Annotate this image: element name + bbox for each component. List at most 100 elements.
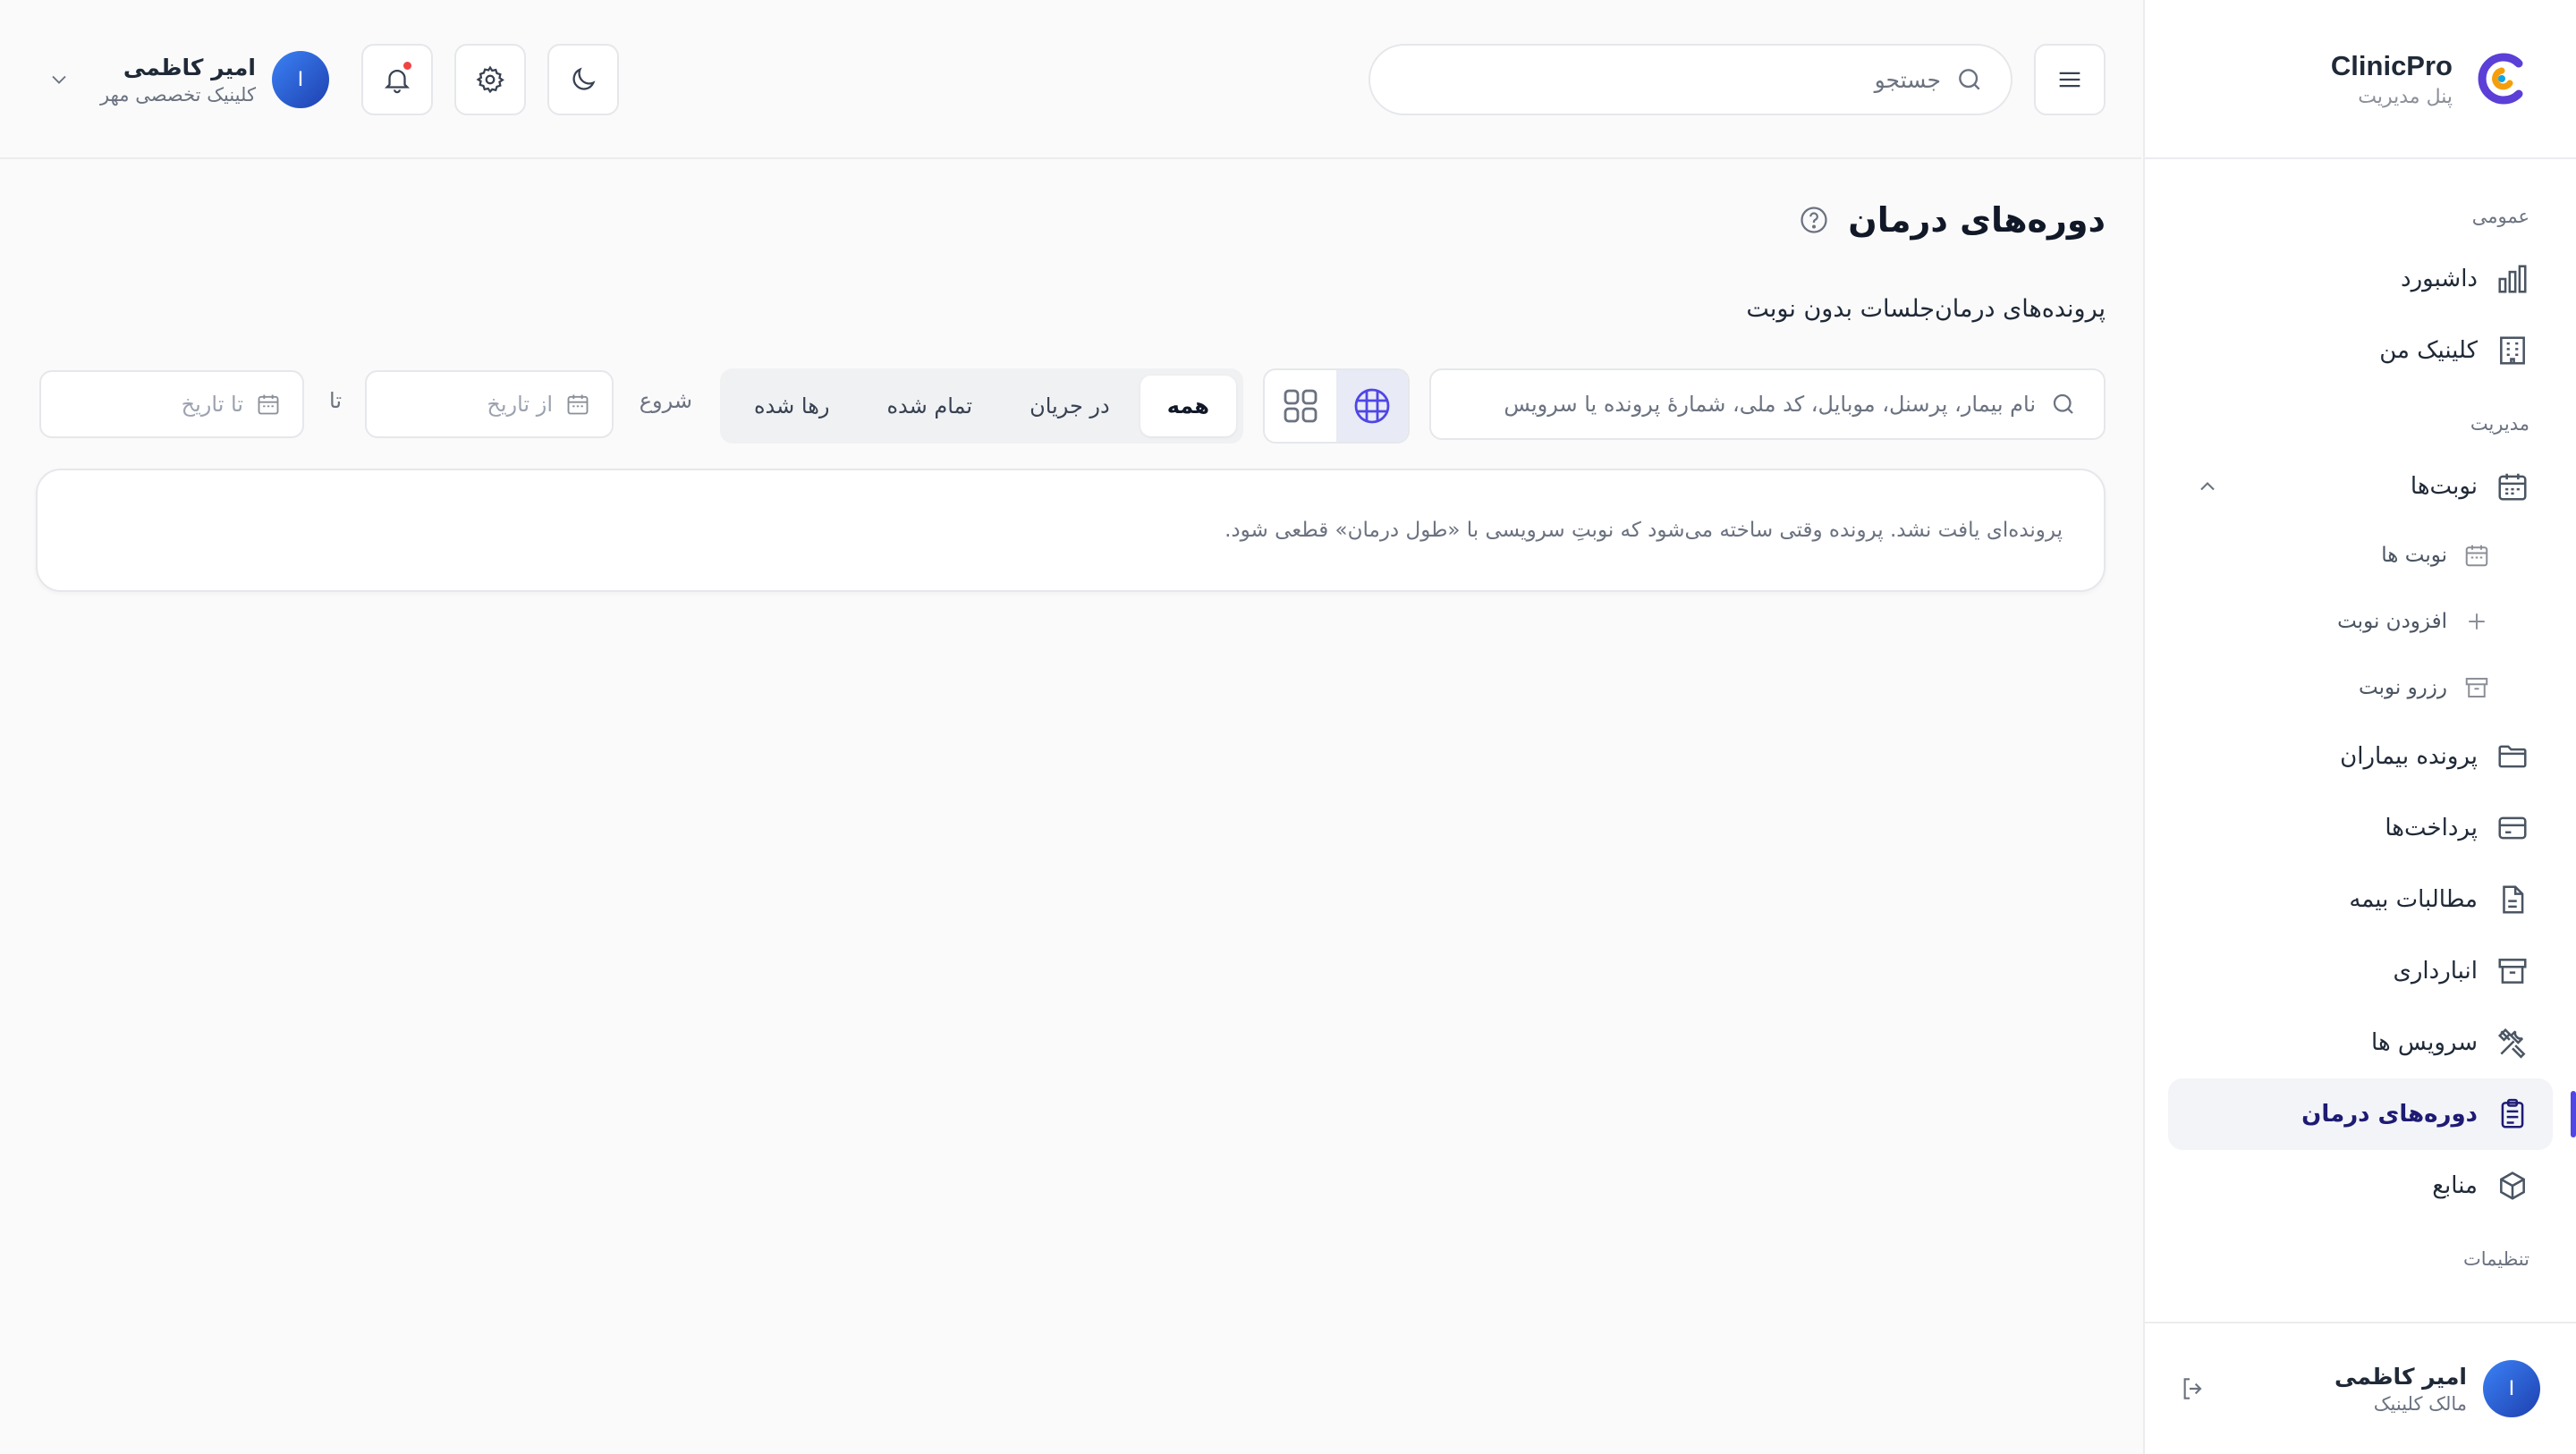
sidebar-item-services[interactable]: سرویس ها <box>2168 1007 2553 1078</box>
records-search-input[interactable] <box>1463 392 2036 417</box>
page-title: دوره‌های درمان <box>1848 200 2106 240</box>
cube-icon <box>2500 1171 2525 1200</box>
bar-chart-icon <box>2498 265 2527 293</box>
four-squares-icon <box>1284 389 1318 423</box>
sidebar-item-insurance-claims[interactable]: مطالبات بیمه <box>2168 864 2553 935</box>
sidebar-item-label: کلینیک من <box>2379 337 2478 364</box>
chevron-up-icon[interactable] <box>2195 474 2220 499</box>
page-subtitle: پرونده‌های درمان‌جلسات بدون نوبت <box>1746 295 2106 323</box>
sidebar-subitem-label: رزرو نوبت <box>2358 676 2447 699</box>
tab-in-progress[interactable]: در جریان <box>1003 376 1137 436</box>
building-icon <box>2500 336 2525 365</box>
sidebar-item-label: انبارداری <box>2393 958 2479 985</box>
sidebar-user[interactable]: I امیر کاظمی مالک کلینیک <box>2143 1322 2576 1454</box>
menu-button[interactable] <box>2034 44 2106 115</box>
card-view-button[interactable] <box>1265 370 1336 442</box>
search-icon <box>1959 69 1980 90</box>
tab-abandoned[interactable]: رها شده <box>727 376 856 436</box>
sidebar-subitem-reserve-appointment[interactable]: رزرو نوبت <box>2168 655 2553 721</box>
top-header: I امیر کاظمی کلینیک تخصصی مهر <box>0 0 2141 159</box>
sidebar-item-patient-records[interactable]: پرونده بیماران <box>2168 721 2553 792</box>
theme-toggle-button[interactable] <box>547 44 619 115</box>
archive-icon <box>2465 678 2488 697</box>
sidebar-item-label: سرویس ها <box>2371 1029 2478 1056</box>
brand[interactable]: ClinicPro پنل مدیریت <box>2145 0 2576 159</box>
user-clinic: کلینیک تخصصی مهر <box>100 83 256 106</box>
document-icon <box>2503 885 2524 914</box>
records-search[interactable] <box>1429 368 2106 440</box>
table-view-button[interactable] <box>1336 370 1408 442</box>
user-name: امیر کاظمی <box>2334 1363 2467 1390</box>
sidebar-item-label: پرداخت‌ها <box>2385 815 2478 841</box>
folder-icon <box>2498 745 2527 768</box>
logout-icon[interactable] <box>2179 1374 2207 1403</box>
help-icon[interactable] <box>1798 204 1830 236</box>
sidebar-item-my-clinic[interactable]: کلینیک من <box>2168 315 2553 386</box>
nav-section-settings: تنظیمات <box>2462 1248 2529 1270</box>
tab-all[interactable]: همه <box>1140 376 1236 436</box>
active-indicator <box>2571 1091 2576 1137</box>
calendar-icon <box>567 394 589 415</box>
brand-subtitle: پنل مدیریت <box>2358 85 2453 108</box>
brand-name: ClinicPro <box>2330 49 2453 81</box>
sidebar-item-label: مطالبات بیمه <box>2349 886 2478 913</box>
hamburger-icon <box>2059 72 2080 88</box>
notification-dot <box>403 62 411 70</box>
nav-section-management: مدیریت <box>2470 413 2529 435</box>
sidebar-subitem-label: نوبت ها <box>2381 544 2447 567</box>
to-date-field[interactable] <box>39 370 304 438</box>
sidebar-item-label: داشبورد <box>2401 266 2478 292</box>
tab-completed[interactable]: تمام شده <box>860 376 999 436</box>
plus-icon <box>2469 613 2485 630</box>
avatar: I <box>2483 1360 2540 1417</box>
sidebar-item-payments[interactable]: پرداخت‌ها <box>2168 792 2553 864</box>
sidebar-item-appointments[interactable]: نوبت‌ها <box>2168 451 2553 522</box>
app-root: ClinicPro پنل مدیریت عمومی داشبورد کلینی… <box>0 0 2576 1454</box>
user-role: مالک کلینیک <box>2373 1392 2467 1415</box>
clinicpro-logo-icon <box>2478 53 2523 105</box>
gear-icon <box>476 65 504 94</box>
tools-icon <box>2497 1027 2526 1059</box>
sidebar-item-label: منابع <box>2432 1172 2478 1199</box>
nav-section-general: عمومی <box>2471 206 2529 227</box>
chevron-down-icon <box>52 75 66 84</box>
credit-card-icon <box>2498 816 2527 840</box>
sidebar-item-inventory[interactable]: انبارداری <box>2168 935 2553 1007</box>
grid-table-icon <box>1354 388 1390 424</box>
empty-state-message: پرونده‌ای یافت نشد. پرونده وقتی ساخته می… <box>1224 519 2063 542</box>
calendar-icon <box>2498 473 2527 501</box>
sidebar-item-label: دوره‌های درمان <box>2301 1101 2478 1128</box>
page-title-row: دوره‌های درمان <box>1798 200 2106 240</box>
sidebar: ClinicPro پنل مدیریت عمومی داشبورد کلینی… <box>2143 0 2576 1454</box>
sidebar-item-label: نوبت‌ها <box>2410 473 2478 500</box>
filter-bar: همه در جریان تمام شده رها شده شروع تا <box>39 368 2106 444</box>
to-date-input[interactable] <box>109 392 243 417</box>
status-tabs: همه در جریان تمام شده رها شده <box>719 368 1243 444</box>
global-search[interactable] <box>1368 44 2012 115</box>
user-name: امیر کاظمی <box>123 54 256 80</box>
sidebar-item-dashboard[interactable]: داشبورد <box>2168 243 2553 315</box>
sidebar-subitem-add-appointment[interactable]: افزودن نوبت <box>2168 588 2553 655</box>
avatar: I <box>271 51 329 108</box>
search-input[interactable] <box>1440 66 1941 93</box>
sidebar-item-resources[interactable]: منابع <box>2168 1150 2553 1222</box>
sidebar-item-treatment-courses[interactable]: دوره‌های درمان <box>2168 1078 2576 1150</box>
empty-state-card: پرونده‌ای یافت نشد. پرونده وقتی ساخته می… <box>36 469 2106 592</box>
sidebar-subitem-label: افزودن نوبت <box>2337 610 2447 633</box>
archive-box-icon <box>2498 959 2527 984</box>
calendar-icon <box>2465 545 2488 567</box>
clipboard-icon <box>2501 1098 2524 1129</box>
from-date-input[interactable] <box>419 392 553 417</box>
calendar-icon <box>258 394 279 415</box>
notifications-button[interactable] <box>361 44 433 115</box>
moon-icon <box>572 67 596 90</box>
sidebar-item-label: پرونده بیماران <box>2340 743 2478 770</box>
sidebar-nav: عمومی داشبورد کلینیک من مدیریت نوبت‌ها ن… <box>2145 159 2576 1270</box>
sidebar-subitem-appointments-list[interactable]: نوبت ها <box>2168 522 2553 588</box>
header-user-menu[interactable]: I امیر کاظمی کلینیک تخصصی مهر <box>47 46 329 113</box>
start-label: شروع <box>639 388 692 413</box>
from-date-field[interactable] <box>365 370 614 438</box>
to-label: تا <box>329 388 342 413</box>
settings-button[interactable] <box>454 44 526 115</box>
search-icon <box>2053 393 2073 414</box>
